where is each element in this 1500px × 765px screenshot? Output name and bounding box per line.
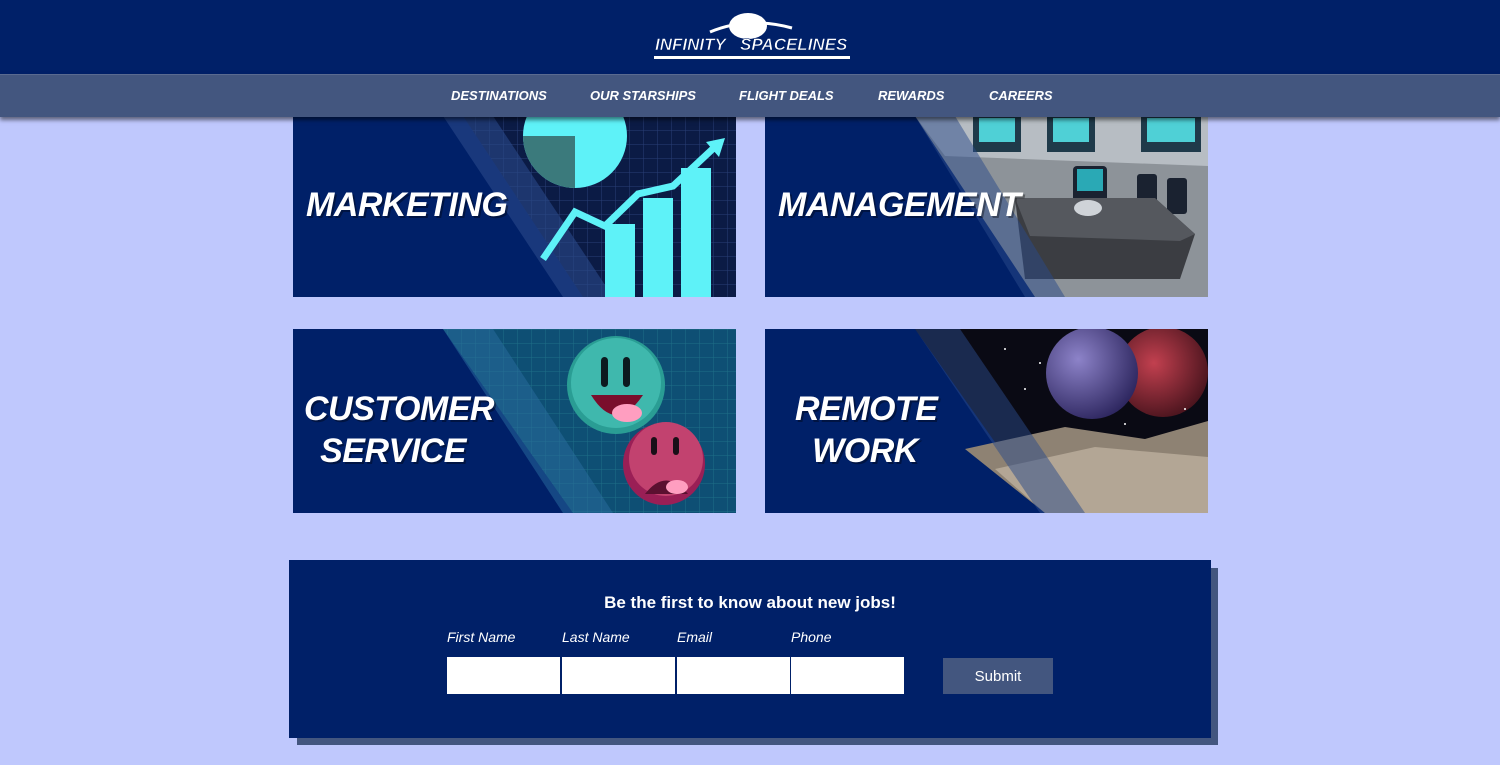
- nav-item-destinations[interactable]: DESTINATIONS: [451, 88, 547, 103]
- nav-item-our-starships[interactable]: OUR STARSHIPS: [590, 88, 696, 103]
- career-card-marketing[interactable]: MARKETING: [293, 116, 736, 297]
- card-title-marketing: MARKETING: [306, 186, 508, 224]
- career-card-remote-work[interactable]: REMOTE WORK: [765, 329, 1208, 513]
- submit-button[interactable]: Submit: [943, 658, 1053, 694]
- site-header: INFINITY SPACELINES: [0, 0, 1500, 74]
- infinity-spacelines-logo[interactable]: INFINITY SPACELINES: [652, 12, 852, 60]
- card-title-management: MANAGEMENT: [778, 186, 1021, 224]
- phone-input[interactable]: [791, 657, 904, 694]
- career-card-customer-service[interactable]: CUSTOMER SERVICE: [293, 329, 736, 513]
- card-title-remote-work: REMOTE WORK: [795, 390, 938, 470]
- last-name-input[interactable]: [562, 657, 675, 694]
- phone-label: Phone: [791, 629, 832, 645]
- main-nav: DESTINATIONS OUR STARSHIPS FLIGHT DEALS …: [0, 74, 1500, 117]
- signup-title: Be the first to know about new jobs!: [604, 593, 896, 612]
- email-label: Email: [677, 629, 713, 645]
- first-name-input[interactable]: [447, 657, 560, 694]
- job-alert-signup: Be the first to know about new jobs! Fir…: [289, 560, 1211, 738]
- career-card-management[interactable]: MANAGEMENT: [765, 116, 1208, 297]
- email-input[interactable]: [677, 657, 790, 694]
- nav-item-flight-deals[interactable]: FLIGHT DEALS: [739, 88, 834, 103]
- card-title-customer-service: CUSTOMER SERVICE: [304, 390, 494, 470]
- nav-item-careers[interactable]: CAREERS: [989, 88, 1053, 103]
- logo-text-infinity: INFINITY: [655, 35, 727, 54]
- nav-item-rewards[interactable]: REWARDS: [878, 88, 944, 103]
- logo-text-spacelines: SPACELINES: [740, 35, 848, 54]
- first-name-label: First Name: [447, 629, 516, 645]
- last-name-label: Last Name: [562, 629, 630, 645]
